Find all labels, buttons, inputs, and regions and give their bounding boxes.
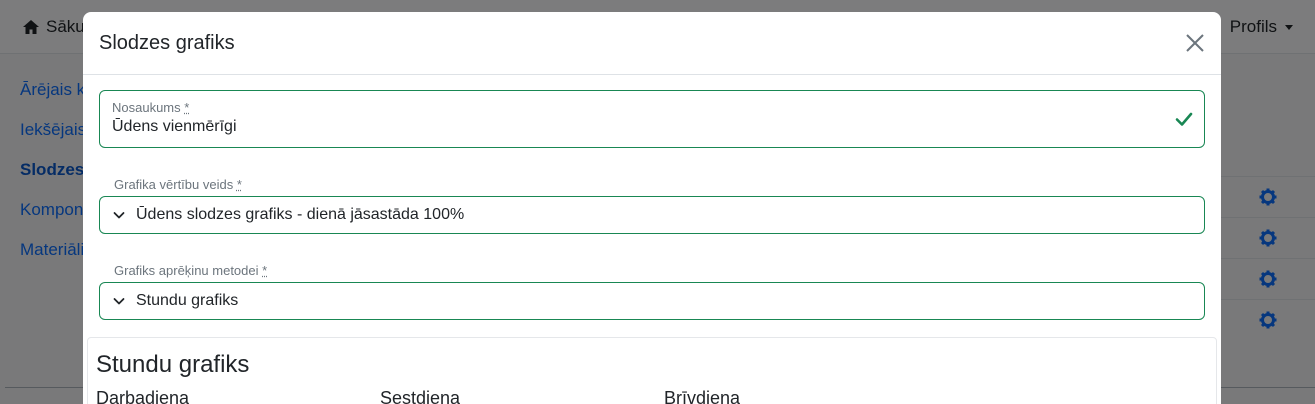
- day-header-holiday: Brīvdiena: [664, 388, 741, 404]
- name-field[interactable]: Nosaukums * Ūdens vienmērīgi: [99, 90, 1205, 148]
- value-type-label: Grafika vērtību veids *: [114, 177, 242, 192]
- modal-header: Slodzes grafiks: [83, 12, 1221, 75]
- day-header-workday: Darbadiena: [96, 388, 190, 404]
- chevron-down-icon: [113, 298, 125, 305]
- check-icon: [1175, 112, 1193, 126]
- load-schedule-modal: Slodzes grafiks Nosaukums * Ūdens vienmē…: [83, 12, 1221, 404]
- value-type-select[interactable]: Ūdens slodzes grafiks - dienā jāsastāda …: [99, 196, 1205, 234]
- chevron-down-icon: [113, 212, 125, 219]
- day-header-saturday: Sestdiena: [380, 388, 461, 404]
- hourly-schedule-title: Stundu grafiks: [96, 351, 250, 378]
- method-value: Stundu grafiks: [136, 292, 239, 309]
- hourly-schedule-panel: Stundu grafiks Darbadiena Sestdiena Brīv…: [87, 337, 1217, 404]
- modal-title: Slodzes grafiks: [99, 32, 235, 54]
- value-type-value: Ūdens slodzes grafiks - dienā jāsastāda …: [136, 206, 465, 223]
- method-select[interactable]: Stundu grafiks: [99, 282, 1205, 320]
- method-label: Grafiks aprēķinu metodei *: [114, 263, 268, 278]
- close-icon[interactable]: [1184, 32, 1206, 54]
- name-field-label: Nosaukums *: [112, 100, 190, 115]
- name-field-value[interactable]: Ūdens vienmērīgi: [112, 118, 237, 136]
